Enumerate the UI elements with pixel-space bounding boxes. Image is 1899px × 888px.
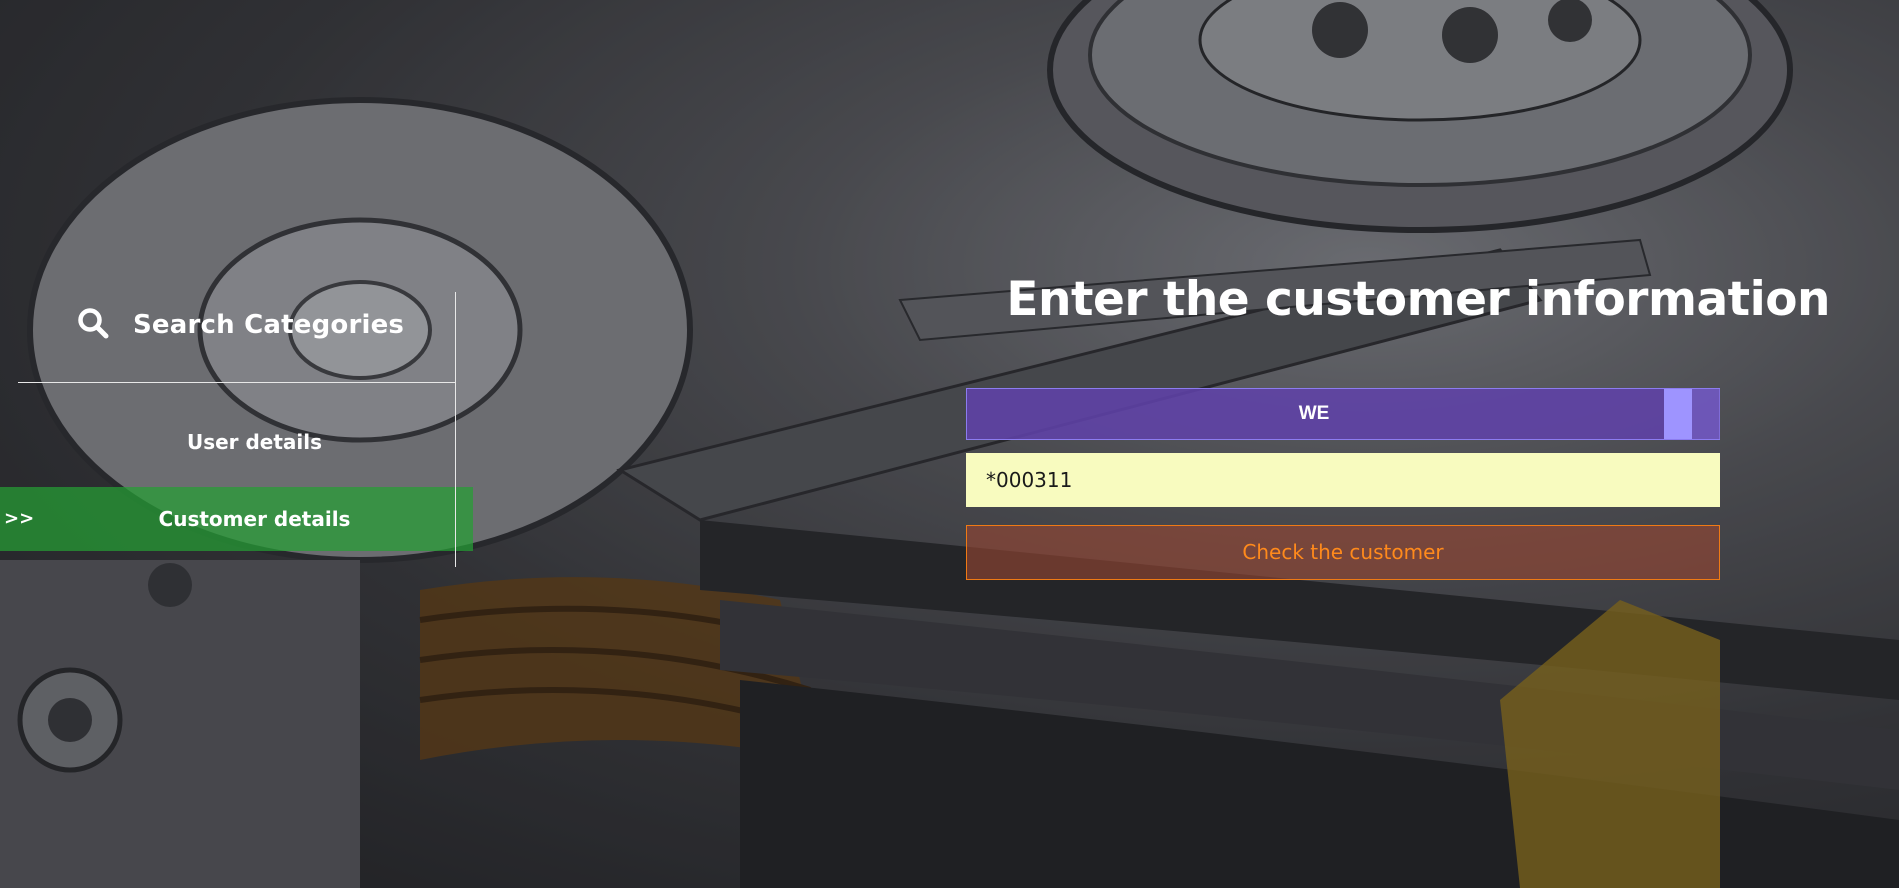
prefix-select[interactable]: WE <box>966 388 1720 440</box>
sidebar-divider <box>455 292 456 567</box>
select-scroll-thumb[interactable] <box>1664 389 1692 439</box>
prefix-select-value: WE <box>1298 403 1330 424</box>
page-title: Enter the customer information <box>1006 272 1830 327</box>
check-customer-button[interactable]: Check the customer <box>966 525 1720 580</box>
sidebar-item-customer-details[interactable]: >> Customer details <box>0 487 473 551</box>
active-marker: >> <box>4 508 35 529</box>
sidebar-item-label: Customer details <box>158 507 351 531</box>
sidebar-item-user-details[interactable]: User details <box>0 410 473 474</box>
sidebar: Search Categories User details >> Custom… <box>0 292 473 567</box>
app-screen: Search Categories User details >> Custom… <box>0 0 1899 888</box>
sidebar-item-label: User details <box>186 430 323 454</box>
search-categories-label: Search Categories <box>133 310 405 340</box>
search-categories[interactable]: Search Categories <box>18 292 455 383</box>
select-scroll-track[interactable] <box>1692 389 1720 439</box>
search-icon <box>78 308 109 339</box>
customer-number-input[interactable] <box>966 453 1720 507</box>
